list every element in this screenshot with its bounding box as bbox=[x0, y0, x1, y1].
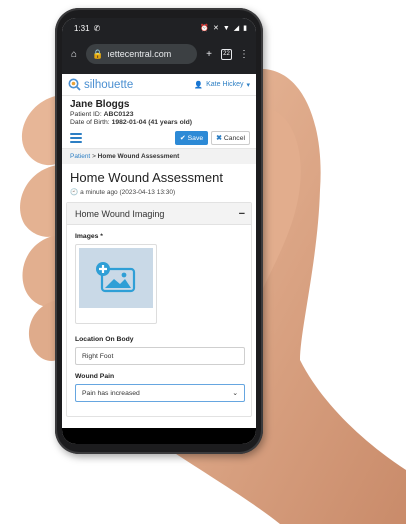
breadcrumb: Patient > Home Wound Assessment bbox=[62, 149, 256, 164]
home-icon[interactable]: ⌂ bbox=[68, 49, 80, 60]
address-bar[interactable]: 🔒 ıettecentral.com bbox=[86, 44, 197, 64]
whatsapp-icon: ✆ bbox=[93, 23, 101, 33]
url-text: ıettecentral.com bbox=[107, 49, 172, 59]
chevron-down-icon: ⌄ bbox=[232, 390, 238, 397]
patient-dob-value: 1982-01-04 (41 years old) bbox=[111, 119, 193, 126]
patient-id-line: Patient ID: ABC0123 bbox=[70, 111, 248, 118]
images-label: Images * bbox=[75, 233, 103, 240]
save-label: Save bbox=[187, 134, 204, 142]
lock-icon: 🔒 bbox=[92, 48, 104, 59]
user-menu[interactable]: 👤 Kate Hickey ▾ bbox=[194, 81, 250, 89]
panel-body: Images * Location On Body Right Foot Wou… bbox=[67, 225, 251, 416]
image-placeholder bbox=[79, 248, 153, 308]
breadcrumb-separator: > bbox=[92, 153, 96, 160]
form-toolbar: ✔ Save ✖ Cancel bbox=[62, 128, 256, 149]
wound-pain-value: Pain has increased bbox=[82, 389, 140, 397]
timestamp: 🕘 a minute ago (2023-04-13 13:30) bbox=[62, 187, 256, 202]
mute-icon: ✕ bbox=[212, 25, 219, 32]
user-icon: 👤 bbox=[194, 81, 204, 89]
new-tab-icon[interactable]: + bbox=[203, 49, 215, 60]
app-header: silhouette 👤 Kate Hickey ▾ bbox=[62, 74, 256, 96]
logo-text: silhouette bbox=[84, 78, 134, 91]
clock-icon: 🕘 bbox=[70, 189, 79, 196]
wound-imaging-panel: Home Wound Imaging − Images * Location O… bbox=[66, 202, 252, 417]
cancel-label: Cancel bbox=[223, 134, 245, 142]
breadcrumb-current: Home Wound Assessment bbox=[97, 153, 180, 160]
tabs-count-button[interactable]: 22 bbox=[221, 48, 232, 60]
wound-pain-select[interactable]: Pain has increased ⌄ bbox=[75, 384, 245, 402]
phone-screen: 1:31 ✆ ⏰ ✕ ▼ ◢ ▮ ⌂ 🔒 ıettecentral.com + … bbox=[62, 18, 256, 444]
panel-header[interactable]: Home Wound Imaging − bbox=[67, 203, 251, 225]
image-upload-box[interactable] bbox=[75, 244, 157, 324]
panel-title: Home Wound Imaging bbox=[75, 208, 165, 219]
silhouette-logo-icon bbox=[68, 78, 81, 91]
battery-icon: ▮ bbox=[243, 25, 247, 32]
alarm-icon: ⏰ bbox=[200, 25, 209, 32]
android-nav-bar bbox=[62, 428, 256, 444]
timestamp-text: a minute ago (2023-04-13 13:30) bbox=[80, 188, 176, 196]
patient-name: Jane Bloggs bbox=[70, 99, 130, 110]
hamburger-menu-icon[interactable] bbox=[70, 133, 82, 143]
user-name: Kate Hickey bbox=[206, 81, 244, 88]
more-menu-icon[interactable]: ⋮ bbox=[238, 49, 250, 60]
patient-dob-line: Date of Birth: 1982-01-04 (41 years old) bbox=[70, 119, 248, 126]
status-bar: 1:31 ✆ ⏰ ✕ ▼ ◢ ▮ bbox=[62, 18, 256, 38]
patient-id-value: ABC0123 bbox=[103, 111, 134, 118]
browser-toolbar: ⌂ 🔒 ıettecentral.com + 22 ⋮ bbox=[62, 38, 256, 70]
patient-banner: Jane Bloggs Patient ID: ABC0123 Date of … bbox=[62, 96, 256, 128]
check-icon: ✔ bbox=[179, 135, 186, 142]
save-button[interactable]: ✔ Save bbox=[174, 131, 209, 145]
logo[interactable]: silhouette bbox=[68, 78, 133, 91]
patient-dob-label: Date of Birth: bbox=[70, 119, 110, 126]
wound-pain-label: Wound Pain bbox=[75, 373, 115, 380]
collapse-icon[interactable]: − bbox=[239, 208, 245, 220]
breadcrumb-patient-link[interactable]: Patient bbox=[70, 153, 90, 160]
signal-icon: ◢ bbox=[233, 25, 240, 32]
add-image-icon bbox=[96, 262, 136, 293]
location-input[interactable]: Right Foot bbox=[75, 347, 245, 365]
system-bar: 1:31 ✆ ⏰ ✕ ▼ ◢ ▮ ⌂ 🔒 ıettecentral.com + … bbox=[62, 18, 256, 74]
wifi-icon: ▼ bbox=[222, 24, 230, 32]
page-title: Home Wound Assessment bbox=[70, 170, 223, 185]
close-icon: ✖ bbox=[216, 135, 222, 142]
cancel-button[interactable]: ✖ Cancel bbox=[211, 131, 250, 145]
chevron-down-icon: ▾ bbox=[246, 81, 250, 89]
patient-id-label: Patient ID: bbox=[70, 111, 102, 118]
location-label: Location On Body bbox=[75, 336, 134, 343]
clock: 1:31 bbox=[74, 23, 90, 33]
